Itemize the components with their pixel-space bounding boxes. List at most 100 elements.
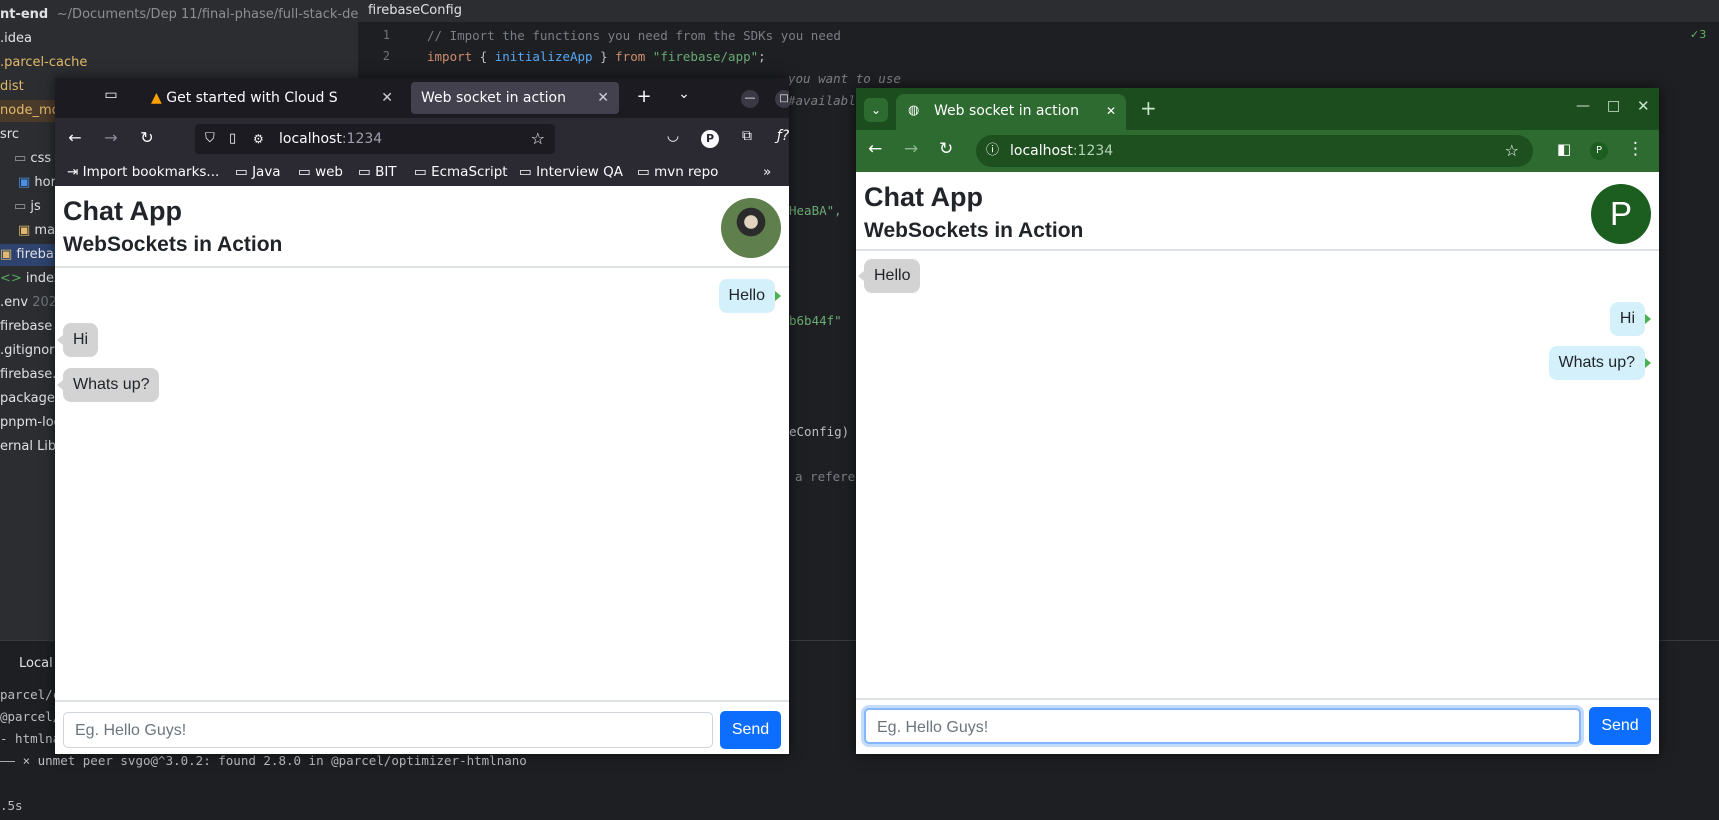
footer-divider [55,700,789,702]
tab-label: Get started with Cloud S [166,90,338,106]
tree-item-label: css [30,151,52,166]
maximize-icon[interactable]: □ [775,90,789,108]
tree-item[interactable]: pnpm-loc [0,412,61,434]
tab-label: Web socket in action [934,103,1079,119]
send-button[interactable]: Send [720,711,781,749]
code-string: "firebase/app" [645,49,759,64]
tree-item-label: dist [0,79,24,94]
back-icon[interactable]: ← [65,128,85,147]
code-fragment: b6b44f" [789,313,842,328]
tree-item[interactable]: .idea [0,28,32,50]
bookmark-star-icon[interactable]: ☆ [1505,135,1519,167]
send-button[interactable]: Send [1589,707,1651,745]
function-icon[interactable]: ƒ? [773,128,789,144]
tree-item[interactable]: ▣ ma [18,220,55,242]
folder-icon: ▭ [519,164,532,180]
bookmarks-toolbar: ⇥ Import bookmarks... ▭ Java ▭ web ▭ BIT… [55,158,789,186]
tree-item[interactable]: package. [0,388,59,410]
close-tab-icon[interactable]: ✕ [597,82,609,114]
tab-web-socket[interactable]: ◍ Web socket in action ✕ [896,94,1126,130]
html-file-icon: <> [0,271,26,286]
back-icon[interactable]: ← [868,139,882,159]
bookmark-folder[interactable]: ▭ web [298,158,343,186]
more-menu-icon[interactable]: ⋮ [1627,139,1644,159]
close-tab-icon[interactable]: ✕ [381,82,393,114]
new-tab-icon[interactable]: + [1140,96,1157,120]
profile-avatar[interactable]: P [701,130,719,148]
tree-item-label: ernal Libr [0,439,62,454]
folder-icon: ▭ [14,151,31,166]
chat-page: Chat App WebSockets in Action P Hello Hi… [856,172,1659,754]
message-input[interactable]: Eg. Hello Guys! [864,708,1581,744]
close-window-icon[interactable]: ✕ [1637,97,1650,115]
problems-count: 3 [1699,28,1707,41]
tree-item[interactable]: node_mo [0,100,60,122]
maximize-icon[interactable]: □ [1607,98,1620,114]
tab-get-started[interactable]: ▲ Get started with Cloud S ✕ [141,82,403,114]
bookmark-folder[interactable]: ▭ BIT [358,158,397,186]
globe-icon: ◍ [908,103,920,118]
shield-icon[interactable]: ⛉ [205,124,215,154]
reload-icon[interactable]: ↻ [137,128,157,147]
project-root[interactable]: nt-end ~/Documents/Dep 11/final-phase/fu… [0,4,386,26]
side-panel-icon[interactable]: ◧ [1557,140,1571,158]
bookmark-folder[interactable]: ▭ EcmaScript [414,158,508,186]
close-tab-icon[interactable]: ✕ [1106,94,1116,128]
terminal-tab-local[interactable]: Local [19,656,53,671]
chrome-url-bar[interactable]: ⓘ localhost:1234 ☆ [976,135,1533,167]
tree-item[interactable]: .parcel-cache [0,52,87,74]
tree-item[interactable]: .env 202 [0,292,57,314]
folder-icon: ▭ [358,164,371,180]
profile-avatar[interactable]: P [1590,142,1608,160]
message-received: Hi [56,323,99,357]
message-sent: Hello [718,279,782,313]
tab-overview-icon[interactable]: ▭ [101,87,121,103]
tree-item[interactable]: src [0,124,19,146]
tree-item[interactable]: .gitignore [0,340,62,362]
minimize-icon[interactable]: — [1576,98,1590,114]
minimize-icon[interactable]: — [741,90,759,108]
tree-item-selected[interactable]: ▣ fireba [0,244,60,266]
pocket-icon[interactable]: ◡ [663,128,683,144]
tab-search-icon[interactable]: ⌄ [864,98,888,122]
tab-web-socket[interactable]: Web socket in action ✕ [411,82,619,114]
tree-item-label: node_mo [0,103,60,118]
firebase-icon: ▲ [151,90,162,106]
info-icon[interactable]: ⓘ [986,135,999,167]
tree-item[interactable]: ▣ hor [18,172,56,194]
bookmark-import[interactable]: ⇥ Import bookmarks... [67,158,219,186]
firefox-url-bar[interactable]: ⛉ ▯ ⚙ localhost:1234 ☆ [195,124,555,154]
import-icon: ⇥ [67,164,79,180]
avatar[interactable]: P [1591,184,1651,244]
problems-indicator[interactable]: ✓3 [1690,28,1706,41]
js-file-icon: ▣ [0,247,17,262]
bookmarks-overflow-icon[interactable]: » [763,158,771,186]
tree-item[interactable]: ▭ css [14,148,51,170]
message-input[interactable]: Eg. Hello Guys! [63,712,713,748]
forward-icon[interactable]: → [904,139,918,159]
header-divider [55,266,789,268]
code-punct: ; [758,49,766,64]
tree-item[interactable]: ernal Libr [0,436,62,458]
bookmark-folder[interactable]: ▭ mvn repo [637,158,718,186]
tree-item[interactable]: dist [0,76,24,98]
tree-item[interactable]: firebase.j [0,364,60,386]
tree-item-label: firebase.j [0,367,60,382]
tree-item[interactable]: ▭ js [14,196,41,218]
tree-item[interactable]: firebase [0,316,52,338]
bookmark-star-icon[interactable]: ☆ [531,124,545,154]
forward-icon[interactable]: → [101,128,121,147]
extensions-icon[interactable]: ⧉ [737,128,757,144]
reload-icon[interactable]: ↻ [939,139,953,159]
bookmark-folder[interactable]: ▭ Java [235,158,281,186]
list-tabs-icon[interactable]: ⌄ [673,86,695,102]
project-root-label: nt-end [0,7,49,22]
header-divider [856,249,1659,251]
code-keyword: from [615,49,646,64]
folder-icon: ▭ [298,164,311,180]
new-tab-icon[interactable]: + [633,86,655,107]
bookmark-folder[interactable]: ▭ Interview QA [519,158,623,186]
avatar[interactable] [721,198,781,258]
permissions-icon[interactable]: ⚙ [253,124,264,154]
editor-tab[interactable]: firebaseConfig [358,0,1719,22]
